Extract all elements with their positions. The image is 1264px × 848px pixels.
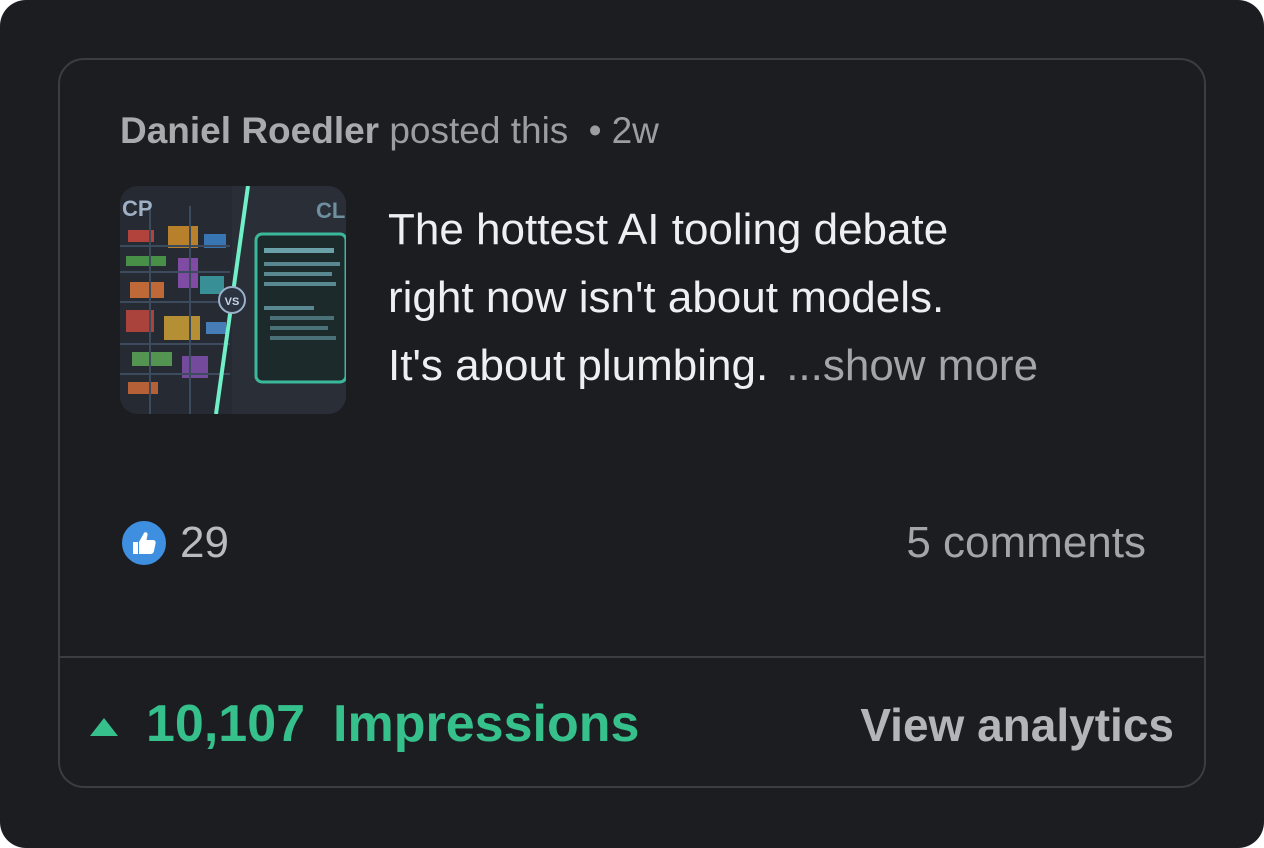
thumbs-up-icon bbox=[120, 519, 168, 567]
impressions-label: Impressions bbox=[333, 695, 640, 753]
post-text-line: right now isn't about models. bbox=[388, 273, 945, 322]
post-text-line-last: It's about plumbing. ...show more bbox=[388, 332, 1188, 400]
app-frame: Daniel Roedler posted this • 2w CP CL VS… bbox=[0, 0, 1264, 848]
impressions-count: 10,107 bbox=[146, 695, 306, 753]
view-analytics-button[interactable]: View analytics bbox=[860, 698, 1174, 752]
post-text-line: The hottest AI tooling debate bbox=[388, 205, 949, 254]
post-action: posted this bbox=[389, 110, 569, 151]
author-name[interactable]: Daniel Roedler bbox=[120, 110, 379, 151]
thumb-label-left: CP bbox=[122, 196, 153, 221]
post-age: 2w bbox=[611, 110, 659, 151]
thumb-label-center: VS bbox=[225, 296, 240, 308]
analytics-footer: 10,107 Impressions View analytics bbox=[60, 658, 1204, 788]
reaction-count: 29 bbox=[180, 518, 229, 567]
thumb-label-right: CL bbox=[316, 198, 345, 223]
post-thumbnail[interactable]: CP CL VS bbox=[120, 186, 346, 414]
post-text: The hottest AI tooling debate right now … bbox=[388, 196, 1188, 400]
thumbnail-image: CP CL VS bbox=[120, 186, 346, 414]
post-analytics-card[interactable]: Daniel Roedler posted this • 2w CP CL VS… bbox=[58, 58, 1206, 788]
post-text-line: It's about plumbing. bbox=[388, 341, 769, 390]
separator-dot: • bbox=[588, 110, 602, 151]
triangle-up-icon bbox=[90, 718, 118, 736]
post-header: Daniel Roedler posted this • 2w bbox=[120, 110, 659, 152]
comments-count-link[interactable]: 5 comments bbox=[906, 518, 1146, 568]
show-more-link[interactable]: ...show more bbox=[786, 341, 1038, 390]
reactions-summary[interactable]: 29 bbox=[120, 516, 229, 570]
impressions-summary: 10,107 Impressions bbox=[90, 694, 639, 754]
